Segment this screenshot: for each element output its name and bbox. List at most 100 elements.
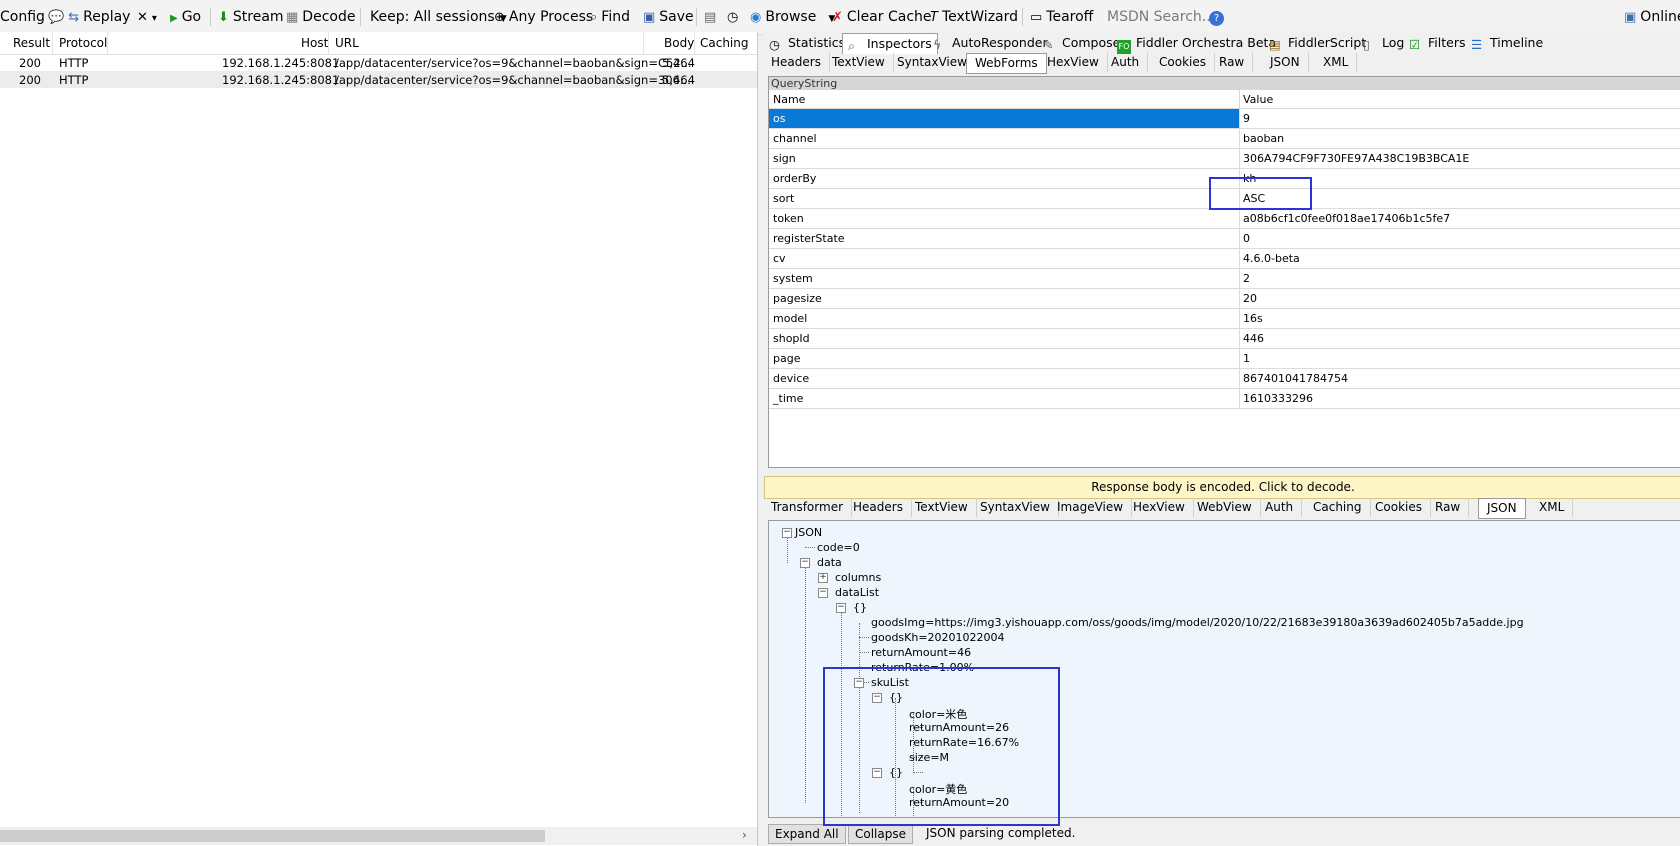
col-body[interactable]: Body [664, 36, 694, 50]
querystring-row[interactable]: shopId 446 [769, 329, 1680, 349]
tab-res-imageview[interactable]: ImageView [1049, 498, 1133, 517]
tab-res-cookies[interactable]: Cookies [1367, 498, 1431, 517]
col-url[interactable]: URL [335, 36, 359, 50]
querystring-row[interactable]: channel baoban [769, 129, 1680, 149]
param-name: shopId [773, 332, 810, 345]
tab-req-auth[interactable]: Auth [1103, 53, 1149, 72]
scrollbar-thumb[interactable] [0, 830, 545, 842]
tearoff-button[interactable]: ▭ Tearoff [1030, 8, 1093, 26]
protocol-cell: HTTP [59, 73, 89, 87]
tab-req-webforms[interactable]: WebForms [966, 53, 1047, 74]
querystring-row[interactable]: device 867401041784754 [769, 369, 1680, 389]
tab-statistics[interactable]: ◷ Statistics [764, 33, 850, 53]
tab-req-textview[interactable]: TextView [824, 53, 894, 72]
tree-node-datalist[interactable]: dataList [835, 586, 879, 599]
col-name[interactable]: Name [773, 93, 805, 106]
tab-inspectors[interactable]: ⌕ Inspectors [842, 33, 938, 54]
tab-res-textview[interactable]: TextView [907, 498, 977, 517]
collapse-datalist-icon[interactable]: − [818, 588, 828, 598]
find-button[interactable]: ⌕ Find [590, 8, 630, 26]
remove-button[interactable]: ✕ ▾ [137, 8, 157, 26]
tab-req-raw[interactable]: Raw [1211, 53, 1254, 72]
collapse-data-icon[interactable]: − [800, 558, 810, 568]
sessions-horizontal-scrollbar[interactable]: › [0, 827, 757, 845]
col-caching[interactable]: Caching [700, 36, 749, 50]
col-value[interactable]: Value [1243, 93, 1273, 106]
querystring-row[interactable]: os 9 [769, 109, 1680, 129]
querystring-row[interactable]: registerState 0 [769, 229, 1680, 249]
tree-node-json[interactable]: JSON [795, 526, 822, 539]
scroll-right-icon[interactable]: › [742, 828, 747, 842]
tab-res-caching[interactable]: Caching [1305, 498, 1371, 517]
querystring-row[interactable]: page 1 [769, 349, 1680, 369]
stream-button[interactable]: ⬇ Stream [218, 8, 284, 26]
online-status[interactable]: ▣Online [1624, 8, 1680, 26]
tab-timeline[interactable]: ☰ Timeline [1466, 33, 1548, 53]
tree-node-code[interactable]: code=0 [817, 541, 860, 554]
tab-autoresponder[interactable]: ϟ AutoResponder [928, 33, 1053, 53]
body-cell: 5,464 [662, 56, 695, 70]
decode-banner[interactable]: Response body is encoded. Click to decod… [764, 476, 1680, 499]
msdn-search-input[interactable]: MSDN Search... [1107, 8, 1215, 26]
tab-req-cookies[interactable]: Cookies [1151, 53, 1215, 72]
collapse-button[interactable]: Collapse [848, 824, 913, 844]
tab-res-headers[interactable]: Headers [845, 498, 912, 517]
session-row[interactable]: 200 HTTP 192.168.1.245:8081 /app/datacen… [0, 71, 757, 88]
textwizard-button[interactable]: T TextWizard [930, 8, 1018, 26]
clear-cache-button[interactable]: ✗ Clear Cache [832, 8, 932, 26]
querystring-row[interactable]: _time 1610333296 [769, 389, 1680, 409]
querystring-row[interactable]: cv 4.6.0-beta [769, 249, 1680, 269]
tab-fiddlerscript[interactable]: ▤ FiddlerScript [1264, 33, 1371, 53]
tab-req-xml[interactable]: XML [1315, 53, 1358, 72]
tab-req-syntaxview[interactable]: SyntaxView [889, 53, 976, 72]
tab-log[interactable]: ▯ Log [1358, 33, 1409, 53]
querystring-row[interactable]: token a08b6cf1c0fee0f018ae17406b1c5fe7 [769, 209, 1680, 229]
param-name: system [773, 272, 813, 285]
keep-sessions-dropdown[interactable]: Keep: All sessions ▼ [370, 8, 507, 26]
config-button[interactable]: Config [0, 8, 45, 26]
tab-res-auth[interactable]: Auth [1257, 498, 1303, 517]
querystring-row[interactable]: pagesize 20 [769, 289, 1680, 309]
querystring-row[interactable]: system 2 [769, 269, 1680, 289]
timer-button[interactable]: ◷ [727, 8, 742, 26]
tab-res-xml[interactable]: XML [1531, 498, 1574, 517]
screenshot-button[interactable]: ▤ [704, 8, 720, 26]
save-button[interactable]: ▣ Save [643, 8, 694, 26]
tree-node-returnamount[interactable]: returnAmount=46 [871, 646, 971, 659]
tab-req-json[interactable]: JSON [1262, 53, 1309, 72]
tab-req-hexview[interactable]: HexView [1039, 53, 1108, 72]
tree-node-columns[interactable]: columns [835, 571, 881, 584]
querystring-row[interactable]: sign 306A794CF9F730FE97A438C19B3BCA1E [769, 149, 1680, 169]
tree-node-data[interactable]: data [817, 556, 842, 569]
tab-res-syntaxview[interactable]: SyntaxView [972, 498, 1059, 517]
comment-icon: 💬 [48, 10, 65, 25]
tree-node-goodsimg[interactable]: goodsImg=https://img3.yishouapp.com/oss/… [871, 616, 1524, 629]
expand-columns-icon[interactable]: + [818, 573, 828, 583]
tab-req-headers[interactable]: Headers [763, 53, 830, 72]
go-button[interactable]: ▶ Go [170, 8, 201, 26]
col-host[interactable]: Host [301, 36, 328, 50]
browse-button[interactable]: ◉ Browse ▼ [750, 8, 835, 26]
querystring-row[interactable]: model 16s [769, 309, 1680, 329]
collapse-json-icon[interactable]: − [782, 528, 792, 538]
tab-res-hexview[interactable]: HexView [1125, 498, 1194, 517]
tree-node-object[interactable]: {} [853, 601, 867, 614]
tab-res-raw[interactable]: Raw [1427, 498, 1470, 517]
param-name: page [773, 352, 801, 365]
tab-filters[interactable]: ☑ Filters [1404, 33, 1470, 53]
any-process-button[interactable]: ⊕ Any Process [494, 8, 593, 26]
session-row[interactable]: 200 HTTP 192.168.1.245:8081 /app/datacen… [0, 54, 757, 71]
host-cell: 192.168.1.245:8081 [222, 73, 340, 87]
tree-node-goodskh[interactable]: goodsKh=20201022004 [871, 631, 1005, 644]
replay-button[interactable]: 💬 ⇆ Replay [48, 8, 130, 26]
decode-button[interactable]: ▦ Decode [286, 8, 355, 26]
tab-res-transformer[interactable]: Transformer [763, 498, 853, 517]
collapse-object-icon[interactable]: − [836, 603, 846, 613]
col-protocol[interactable]: Protocol [59, 36, 107, 50]
help-button[interactable]: ? [1209, 8, 1224, 26]
expand-all-button[interactable]: Expand All [768, 824, 846, 844]
col-result[interactable]: Result [13, 36, 50, 50]
tab-res-json[interactable]: JSON [1478, 498, 1526, 519]
tab-res-webview[interactable]: WebView [1189, 498, 1261, 517]
tab-fiddler-orchestra[interactable]: FO Fiddler Orchestra Beta [1112, 33, 1281, 54]
